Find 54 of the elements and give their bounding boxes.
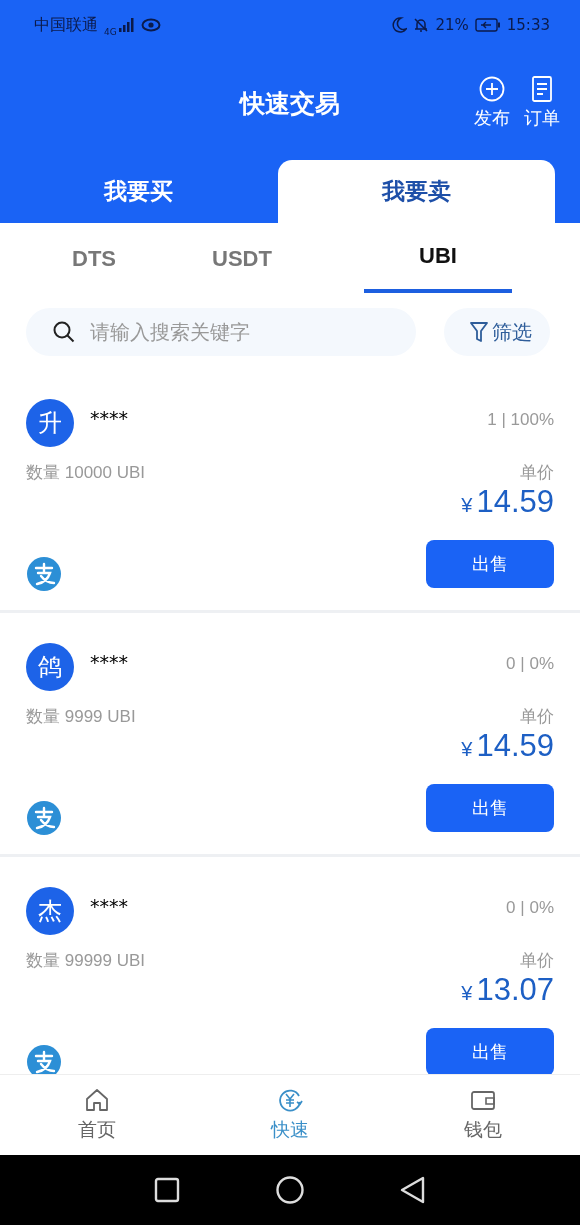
carrier-name: 中国联通	[34, 14, 98, 36]
avatar: 杰	[26, 887, 74, 935]
back-icon[interactable]	[400, 1176, 426, 1204]
price-value: ¥13.07	[461, 972, 554, 1008]
yuan-exchange-icon	[277, 1087, 303, 1113]
coin-tab[interactable]: USDT	[168, 223, 316, 299]
avatar: 升	[26, 399, 74, 447]
user-name: ****	[90, 407, 129, 429]
coin-tab[interactable]: DTS	[20, 223, 168, 299]
payment-icon	[26, 800, 62, 836]
moon-icon	[391, 17, 408, 33]
user-name: ****	[90, 895, 129, 917]
quantity-text: 数量 10000 UBI	[26, 462, 146, 484]
sell-button[interactable]: 出售	[426, 1028, 554, 1074]
signal-icon	[118, 18, 135, 32]
quantity-text: 数量 99999 UBI	[26, 950, 146, 972]
search-field[interactable]: 请输入搜索关键字	[26, 308, 416, 356]
quantity-text: 数量 9999 UBI	[26, 706, 136, 728]
trade-tab[interactable]: 我要买	[0, 160, 278, 223]
sell-button[interactable]: 出售	[426, 784, 554, 832]
payment-icon	[26, 556, 62, 592]
header-action-button[interactable]: 订单	[524, 76, 560, 130]
trade-stats: 1 | 100%	[487, 410, 554, 430]
avatar: 鸽	[26, 643, 74, 691]
price-value: ¥14.59	[461, 484, 554, 520]
user-name: ****	[90, 651, 129, 673]
home-circle-icon[interactable]	[276, 1176, 304, 1204]
trade-tab[interactable]: 我要卖	[277, 160, 555, 223]
page-title: 快速交易	[240, 87, 340, 120]
plus-circle-icon	[479, 76, 505, 102]
recent-apps-icon[interactable]	[154, 1177, 180, 1203]
coin-tab[interactable]: UBI	[364, 223, 512, 293]
battery-icon	[474, 18, 501, 32]
nav-tab[interactable]: 首页	[0, 1075, 194, 1155]
nav-tab[interactable]: 快速	[193, 1075, 387, 1155]
funnel-icon	[470, 321, 488, 343]
price-label: 单价	[520, 461, 554, 484]
clock-time: 15:33	[506, 16, 550, 34]
muted-bell-icon	[413, 17, 430, 33]
network-type: 4G	[104, 27, 117, 37]
filter-button[interactable]: 筛选	[444, 308, 550, 356]
home-icon	[83, 1087, 110, 1113]
header-action-button[interactable]: 发布	[474, 76, 510, 130]
trade-stats: 0 | 0%	[506, 654, 554, 674]
battery-percent: 21%	[435, 16, 469, 34]
nav-tab[interactable]: 钱包	[386, 1075, 580, 1155]
payment-icon	[26, 1044, 62, 1074]
eye-icon	[140, 18, 161, 32]
document-icon	[532, 76, 552, 102]
trade-stats: 0 | 0%	[506, 898, 554, 918]
price-value: ¥14.59	[461, 728, 554, 764]
price-label: 单价	[520, 705, 554, 728]
sell-button[interactable]: 出售	[426, 540, 554, 588]
price-label: 单价	[520, 949, 554, 972]
